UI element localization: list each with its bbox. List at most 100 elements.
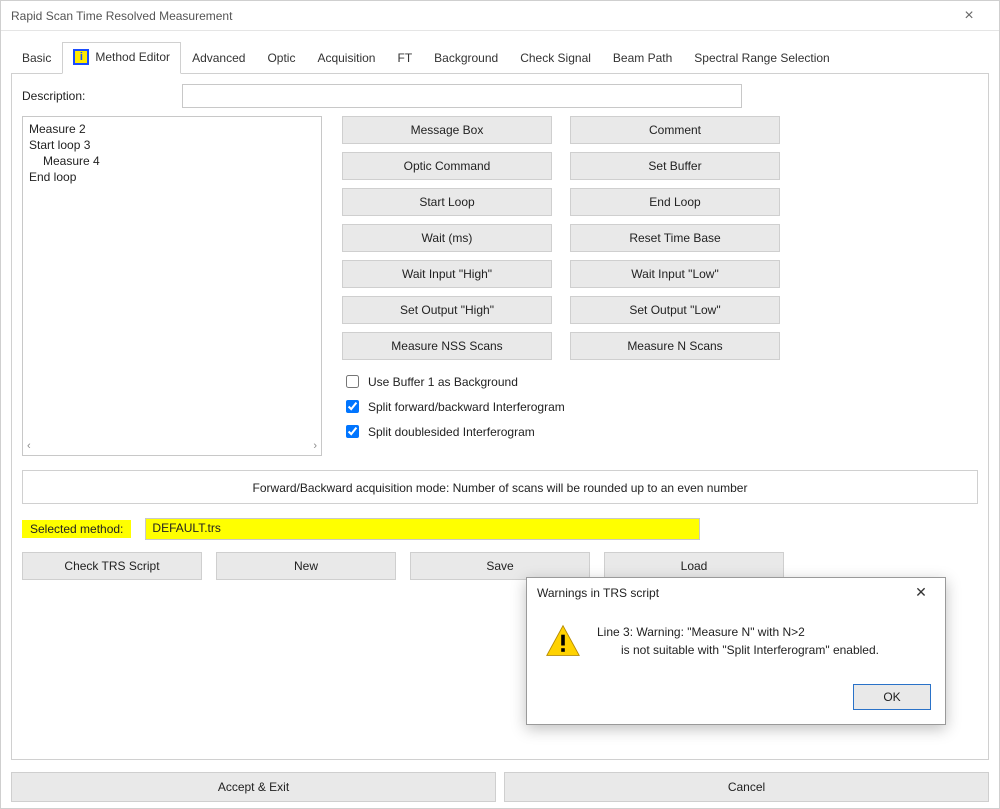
btn-label: Measure NSS Scans (391, 339, 502, 353)
cmd-reset-time-base[interactable]: Reset Time Base (570, 224, 780, 252)
load-button[interactable]: Load (604, 552, 784, 580)
cmd-set-output-high[interactable]: Set Output "High" (342, 296, 552, 324)
cmd-comment[interactable]: Comment (570, 116, 780, 144)
cancel-button[interactable]: Cancel (504, 772, 989, 802)
btn-label: Wait (ms) (422, 231, 473, 245)
cmd-start-loop[interactable]: Start Loop (342, 188, 552, 216)
tab-optic[interactable]: Optic (256, 44, 306, 73)
dialog-line2: is not suitable with "Split Interferogra… (597, 641, 879, 659)
selected-method-field[interactable]: DEFAULT.trs (145, 518, 700, 540)
close-icon[interactable]: × (949, 1, 989, 31)
cmd-optic-command[interactable]: Optic Command (342, 152, 552, 180)
checkbox-label: Split doublesided Interferogram (368, 425, 535, 439)
checkbox[interactable] (346, 425, 359, 438)
window-title: Rapid Scan Time Resolved Measurement (11, 1, 232, 31)
tab-method-editor[interactable]: i Method Editor (62, 42, 181, 74)
tab-label: FT (397, 51, 412, 65)
horizontal-scrollbar[interactable]: ‹ › (27, 439, 317, 453)
tab-ft[interactable]: FT (386, 44, 423, 73)
check-use-buffer1-bg[interactable]: Use Buffer 1 as Background (342, 372, 780, 391)
check-split-fwd-bwd[interactable]: Split forward/backward Interferogram (342, 397, 780, 416)
info-icon: i (73, 49, 89, 65)
tab-background[interactable]: Background (423, 44, 509, 73)
cmd-set-output-low[interactable]: Set Output "Low" (570, 296, 780, 324)
tab-label: Optic (267, 51, 295, 65)
tab-basic[interactable]: Basic (11, 44, 62, 73)
rounding-note: Forward/Backward acquisition mode: Numbe… (22, 470, 978, 504)
warning-dialog: Warnings in TRS script ✕ Line 3: Warning… (526, 577, 946, 725)
scroll-right-icon[interactable]: › (313, 438, 317, 454)
check-trs-script-button[interactable]: Check TRS Script (22, 552, 202, 580)
editor-mid: Measure 2 Start loop 3 Measure 4 End loo… (22, 116, 978, 456)
selected-method-row: Selected method: DEFAULT.trs (22, 518, 978, 540)
dialog-body: Line 3: Warning: "Measure N" with N>2 is… (527, 607, 945, 668)
btn-label: Cancel (728, 780, 765, 794)
btn-label: New (294, 559, 318, 573)
cmd-set-buffer[interactable]: Set Buffer (570, 152, 780, 180)
accept-exit-button[interactable]: Accept & Exit (11, 772, 496, 802)
btn-label: Load (681, 559, 708, 573)
btn-label: Set Buffer (648, 159, 701, 173)
new-button[interactable]: New (216, 552, 396, 580)
save-button[interactable]: Save (410, 552, 590, 580)
tab-acquisition[interactable]: Acquisition (306, 44, 386, 73)
btn-label: Optic Command (404, 159, 491, 173)
btn-label: Set Output "High" (400, 303, 494, 317)
btn-label: Check TRS Script (64, 559, 159, 573)
description-label: Description: (22, 89, 162, 103)
dialog-line1: Line 3: Warning: "Measure N" with N>2 (597, 623, 879, 641)
btn-label: OK (883, 690, 900, 704)
checkbox-group: Use Buffer 1 as Background Split forward… (342, 372, 780, 441)
tab-label: Background (434, 51, 498, 65)
cmd-end-loop[interactable]: End Loop (570, 188, 780, 216)
script-listbox[interactable]: Measure 2 Start loop 3 Measure 4 End loo… (22, 116, 322, 456)
cmd-wait-input-low[interactable]: Wait Input "Low" (570, 260, 780, 288)
btn-label: Comment (649, 123, 701, 137)
tab-label: Method Editor (95, 50, 170, 64)
tab-label: Advanced (192, 51, 245, 65)
tab-spectral-range[interactable]: Spectral Range Selection (683, 44, 840, 73)
checkbox[interactable] (346, 375, 359, 388)
tab-label: Acquisition (317, 51, 375, 65)
tab-beam-path[interactable]: Beam Path (602, 44, 683, 73)
cmd-measure-nss-scans[interactable]: Measure NSS Scans (342, 332, 552, 360)
checkbox-label: Split forward/backward Interferogram (368, 400, 565, 414)
script-line[interactable]: End loop (29, 169, 315, 185)
cmd-wait-ms[interactable]: Wait (ms) (342, 224, 552, 252)
script-line[interactable]: Measure 2 (29, 121, 315, 137)
tab-advanced[interactable]: Advanced (181, 44, 256, 73)
btn-label: Start Loop (419, 195, 474, 209)
cmd-message-box[interactable]: Message Box (342, 116, 552, 144)
ok-button[interactable]: OK (853, 684, 931, 710)
selected-method-value: DEFAULT.trs (152, 521, 220, 535)
cmd-measure-n-scans[interactable]: Measure N Scans (570, 332, 780, 360)
btn-label: Reset Time Base (629, 231, 720, 245)
warning-icon (545, 623, 581, 662)
btn-label: End Loop (649, 195, 700, 209)
cmd-wait-input-high[interactable]: Wait Input "High" (342, 260, 552, 288)
tab-row: Basic i Method Editor Advanced Optic Acq… (11, 40, 989, 74)
script-line[interactable]: Measure 4 (29, 153, 315, 169)
btn-label: Measure N Scans (627, 339, 722, 353)
checkbox[interactable] (346, 400, 359, 413)
btn-label: Message Box (411, 123, 484, 137)
btn-label: Set Output "Low" (629, 303, 720, 317)
tab-check-signal[interactable]: Check Signal (509, 44, 602, 73)
btn-label: Wait Input "High" (402, 267, 492, 281)
dialog-title: Warnings in TRS script (537, 586, 659, 600)
tab-label: Spectral Range Selection (694, 51, 829, 65)
check-split-doublesided[interactable]: Split doublesided Interferogram (342, 422, 780, 441)
close-icon[interactable]: ✕ (907, 584, 935, 601)
selected-method-label: Selected method: (22, 520, 131, 538)
command-grid: Message Box Comment Optic Command Set Bu… (342, 116, 780, 362)
script-line[interactable]: Start loop 3 (29, 137, 315, 153)
dialog-footer: OK (527, 668, 945, 724)
script-actions: Check TRS Script New Save Load (22, 552, 978, 580)
command-column: Message Box Comment Optic Command Set Bu… (342, 116, 780, 456)
description-input[interactable] (182, 84, 742, 108)
note-text: Forward/Backward acquisition mode: Numbe… (253, 481, 748, 495)
bottom-bar: Accept & Exit Cancel (11, 772, 989, 802)
titlebar: Rapid Scan Time Resolved Measurement × (1, 1, 999, 31)
scroll-left-icon[interactable]: ‹ (27, 438, 31, 454)
btn-label: Wait Input "Low" (631, 267, 718, 281)
